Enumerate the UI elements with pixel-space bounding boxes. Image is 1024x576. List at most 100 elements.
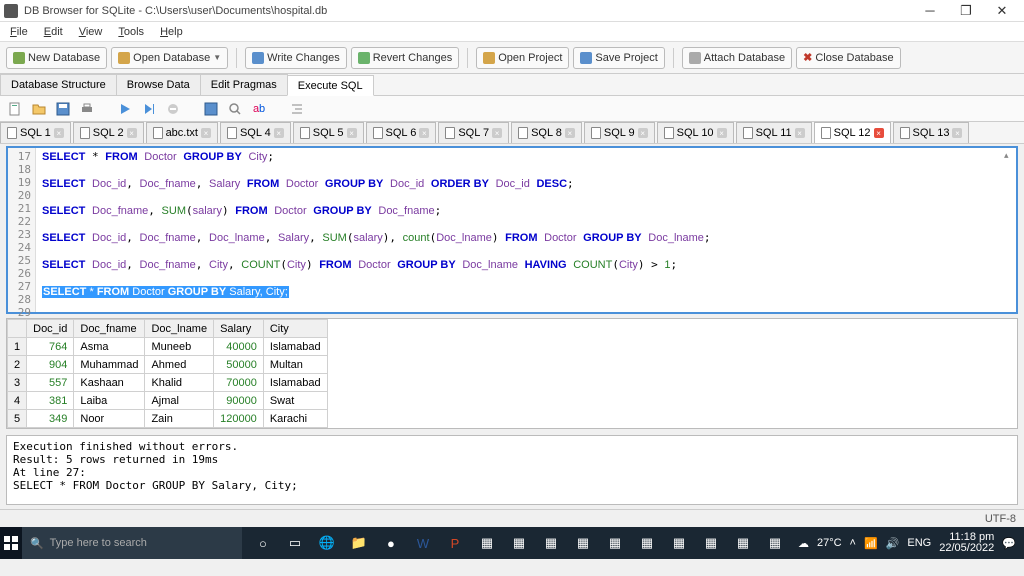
start-button[interactable] — [0, 527, 22, 559]
table-row[interactable]: 4381LaibaAjmal90000Swat — [8, 392, 328, 410]
language-icon[interactable]: ENG — [907, 537, 931, 549]
cell-city[interactable]: Karachi — [263, 410, 327, 428]
revert-changes-button[interactable]: Revert Changes — [351, 47, 460, 69]
taskbar-search[interactable]: 🔍 Type here to search — [22, 527, 242, 559]
result-grid[interactable]: Doc_idDoc_fnameDoc_lnameSalaryCity 1764A… — [7, 319, 328, 428]
save-results-icon[interactable] — [202, 100, 220, 118]
cell-fname[interactable]: Kashaan — [74, 374, 145, 392]
cell-doc-id[interactable]: 904 — [27, 356, 74, 374]
clock[interactable]: 11:18 pm 22/05/2022 — [939, 532, 994, 554]
column-header[interactable]: City — [263, 320, 327, 338]
open-project-button[interactable]: Open Project — [476, 47, 569, 69]
weather-icon[interactable]: ☁ — [798, 537, 809, 550]
close-tab-icon[interactable]: × — [54, 128, 64, 138]
cell-city[interactable]: Multan — [263, 356, 327, 374]
sql-tab[interactable]: SQL 10× — [657, 122, 734, 143]
app-icon[interactable]: ▦ — [568, 528, 598, 558]
menu-edit[interactable]: Edit — [38, 24, 69, 40]
close-tab-icon[interactable]: × — [201, 128, 211, 138]
run-line-icon[interactable] — [140, 100, 158, 118]
menu-tools[interactable]: Tools — [112, 24, 150, 40]
close-tab-icon[interactable]: × — [127, 128, 137, 138]
app-icon[interactable]: ▦ — [536, 528, 566, 558]
sql-tab[interactable]: SQL 1× — [0, 122, 71, 143]
tab-browse-data[interactable]: Browse Data — [116, 74, 201, 95]
sql-tab[interactable]: SQL 8× — [511, 122, 582, 143]
tab-database-structure[interactable]: Database Structure — [0, 74, 117, 95]
tab-edit-pragmas[interactable]: Edit Pragmas — [200, 74, 288, 95]
cell-lname[interactable]: Muneeb — [145, 338, 214, 356]
sql-tab[interactable]: SQL 11× — [736, 122, 812, 143]
column-header[interactable]: Doc_id — [27, 320, 74, 338]
cell-doc-id[interactable]: 381 — [27, 392, 74, 410]
app-icon[interactable]: ▦ — [664, 528, 694, 558]
table-row[interactable]: 2904MuhammadAhmed50000Multan — [8, 356, 328, 374]
notifications-icon[interactable]: 💬 — [1002, 537, 1016, 550]
table-row[interactable]: 5349NoorZain120000Karachi — [8, 410, 328, 428]
column-header[interactable]: Doc_lname — [145, 320, 214, 338]
column-header[interactable]: Salary — [214, 320, 264, 338]
menu-file[interactable]: File — [4, 24, 34, 40]
cortana-icon[interactable]: ○ — [248, 528, 278, 558]
close-database-button[interactable]: ✖Close Database — [796, 47, 901, 69]
app-icon[interactable]: ▦ — [696, 528, 726, 558]
sql-tab[interactable]: abc.txt× — [146, 122, 218, 143]
table-row[interactable]: 1764AsmaMuneeb40000Islamabad — [8, 338, 328, 356]
edge-icon[interactable]: 🌐 — [312, 528, 342, 558]
run-icon[interactable] — [116, 100, 134, 118]
explorer-icon[interactable]: 📁 — [344, 528, 374, 558]
open-database-button[interactable]: Open Database▼ — [111, 47, 228, 69]
open-file-icon[interactable] — [30, 100, 48, 118]
sql-tab[interactable]: SQL 4× — [220, 122, 291, 143]
cell-salary[interactable]: 50000 — [214, 356, 264, 374]
cell-fname[interactable]: Muhammad — [74, 356, 145, 374]
cell-city[interactable]: Islamabad — [263, 338, 327, 356]
close-tab-icon[interactable]: × — [419, 128, 429, 138]
sql-tab[interactable]: SQL 13× — [893, 122, 970, 143]
scroll-up-icon[interactable]: ▴ — [1004, 150, 1014, 160]
new-tab-icon[interactable] — [6, 100, 24, 118]
column-header[interactable]: Doc_fname — [74, 320, 145, 338]
close-tab-icon[interactable]: × — [347, 128, 357, 138]
cell-lname[interactable]: Ahmed — [145, 356, 214, 374]
sql-tab[interactable]: SQL 12× — [814, 122, 891, 143]
find-icon[interactable] — [226, 100, 244, 118]
taskview-icon[interactable]: ▭ — [280, 528, 310, 558]
app-icon[interactable]: ▦ — [472, 528, 502, 558]
close-tab-icon[interactable]: × — [638, 128, 648, 138]
cell-doc-id[interactable]: 349 — [27, 410, 74, 428]
powerpoint-icon[interactable]: P — [440, 528, 470, 558]
indent-icon[interactable] — [288, 100, 306, 118]
close-tab-icon[interactable]: × — [717, 128, 727, 138]
stop-icon[interactable] — [164, 100, 182, 118]
cell-lname[interactable]: Zain — [145, 410, 214, 428]
cell-fname[interactable]: Noor — [74, 410, 145, 428]
sql-tab[interactable]: SQL 5× — [293, 122, 364, 143]
minimize-button[interactable]: ─ — [912, 0, 948, 22]
sql-tab[interactable]: SQL 9× — [584, 122, 655, 143]
close-tab-icon[interactable]: × — [874, 128, 884, 138]
menu-help[interactable]: Help — [154, 24, 189, 40]
app-icon[interactable]: ▦ — [600, 528, 630, 558]
table-row[interactable]: 3557KashaanKhalid70000Islamabad — [8, 374, 328, 392]
cell-fname[interactable]: Asma — [74, 338, 145, 356]
write-changes-button[interactable]: Write Changes — [245, 47, 347, 69]
app-icon[interactable]: ▦ — [504, 528, 534, 558]
cell-salary[interactable]: 40000 — [214, 338, 264, 356]
close-tab-icon[interactable]: × — [952, 128, 962, 138]
sql-editor[interactable]: 17181920212223242526272829 SELECT * FROM… — [6, 146, 1018, 314]
tab-execute-sql[interactable]: Execute SQL — [287, 75, 374, 96]
code-area[interactable]: SELECT * FROM Doctor GROUP BY City; SELE… — [36, 148, 1016, 312]
cell-salary[interactable]: 90000 — [214, 392, 264, 410]
cell-lname[interactable]: Ajmal — [145, 392, 214, 410]
cell-doc-id[interactable]: 764 — [27, 338, 74, 356]
print-icon[interactable] — [78, 100, 96, 118]
new-database-button[interactable]: New Database — [6, 47, 107, 69]
sql-tab[interactable]: SQL 7× — [438, 122, 509, 143]
find-replace-icon[interactable]: ab — [250, 100, 268, 118]
close-tab-icon[interactable]: × — [795, 128, 805, 138]
app-icon[interactable]: ▦ — [632, 528, 662, 558]
volume-icon[interactable]: 🔊 — [886, 537, 900, 550]
cell-doc-id[interactable]: 557 — [27, 374, 74, 392]
close-tab-icon[interactable]: × — [565, 128, 575, 138]
